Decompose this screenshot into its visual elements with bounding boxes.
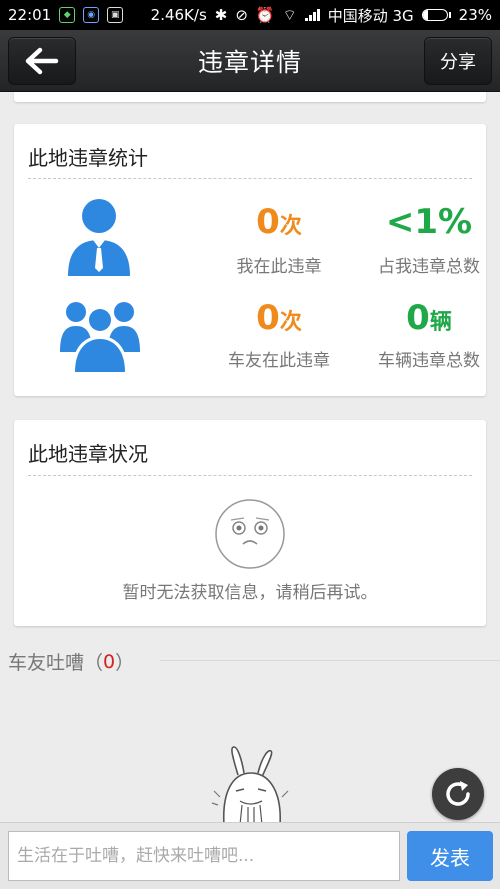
page-title: 违章详情	[197, 47, 302, 77]
friends-violation-count: 0次	[256, 298, 302, 338]
alarm-icon: ⏰	[255, 6, 275, 24]
shield-icon: ◆	[59, 7, 76, 23]
crying-bunny-illustration	[211, 746, 289, 825]
carrier-name: 中国移动 3G	[327, 6, 414, 25]
divider	[28, 178, 472, 179]
title-bar: 违章详情 分享	[0, 30, 500, 92]
comments-header: 车友吐嘈 （ 0 ）	[8, 648, 134, 675]
battery-icon	[421, 9, 451, 21]
group-users-icon	[60, 302, 140, 372]
friends-violation-label: 车友在此违章	[228, 351, 330, 371]
status-message: 暂时无法获取信息，请稍后再试。	[122, 583, 378, 603]
wifi-icon: ⌔	[282, 5, 297, 24]
vehicle-violation-label: 车辆违章总数	[378, 351, 480, 371]
signal-icon	[304, 9, 320, 21]
bluetooth-icon: ✱	[214, 6, 228, 24]
send-button[interactable]: 发表	[407, 831, 493, 881]
comments-count: 0	[103, 650, 116, 673]
battery-percent: 23%	[458, 6, 492, 24]
vehicle-violation-count: 0辆	[406, 298, 452, 338]
comments-label: 车友吐嘈	[8, 652, 85, 674]
message-icon: ▣	[107, 7, 124, 23]
comments-divider	[160, 660, 500, 661]
paren-close: ）	[115, 652, 135, 674]
local-violation-status-card: 此地违章状况 暂时无法获取信息，请稍后再试。	[14, 420, 486, 626]
user-icon	[68, 199, 130, 276]
sad-face-icon	[215, 499, 285, 569]
refresh-button[interactable]	[432, 768, 484, 820]
status-time: 22:01	[8, 6, 52, 24]
arrow-left-icon	[25, 47, 59, 75]
my-share-percent: <1%	[385, 202, 473, 242]
vibrate-off-icon: ⊘	[235, 6, 248, 24]
my-violation-count: 0次	[256, 202, 302, 242]
local-violation-stats-card: 此地违章统计 0次 我在此违章 <1% 占我违章总数 0次 车友在此违章 0辆 …	[14, 124, 486, 396]
divider	[28, 475, 472, 476]
share-button[interactable]: 分享	[424, 37, 492, 85]
my-violation-label: 我在此违章	[236, 257, 322, 277]
previous-card	[14, 92, 486, 102]
back-button[interactable]	[8, 37, 76, 85]
refresh-icon	[446, 781, 470, 806]
comment-composer: 发表	[0, 822, 500, 889]
status-bar: 22:01 ◆ ◉ ▣ 2.46K/s ✱ ⊘ ⏰ ⌔ 中国移动 3G 23%	[0, 0, 500, 30]
comment-input[interactable]	[8, 831, 400, 881]
stats-card-title: 此地违章统计	[28, 146, 148, 170]
app-notification-icon: ◉	[83, 7, 100, 23]
paren-open: （	[84, 652, 104, 674]
status-card-title: 此地违章状况	[28, 442, 148, 466]
network-speed: 2.46K/s	[150, 6, 207, 24]
my-share-label: 占我违章总数	[378, 257, 480, 277]
